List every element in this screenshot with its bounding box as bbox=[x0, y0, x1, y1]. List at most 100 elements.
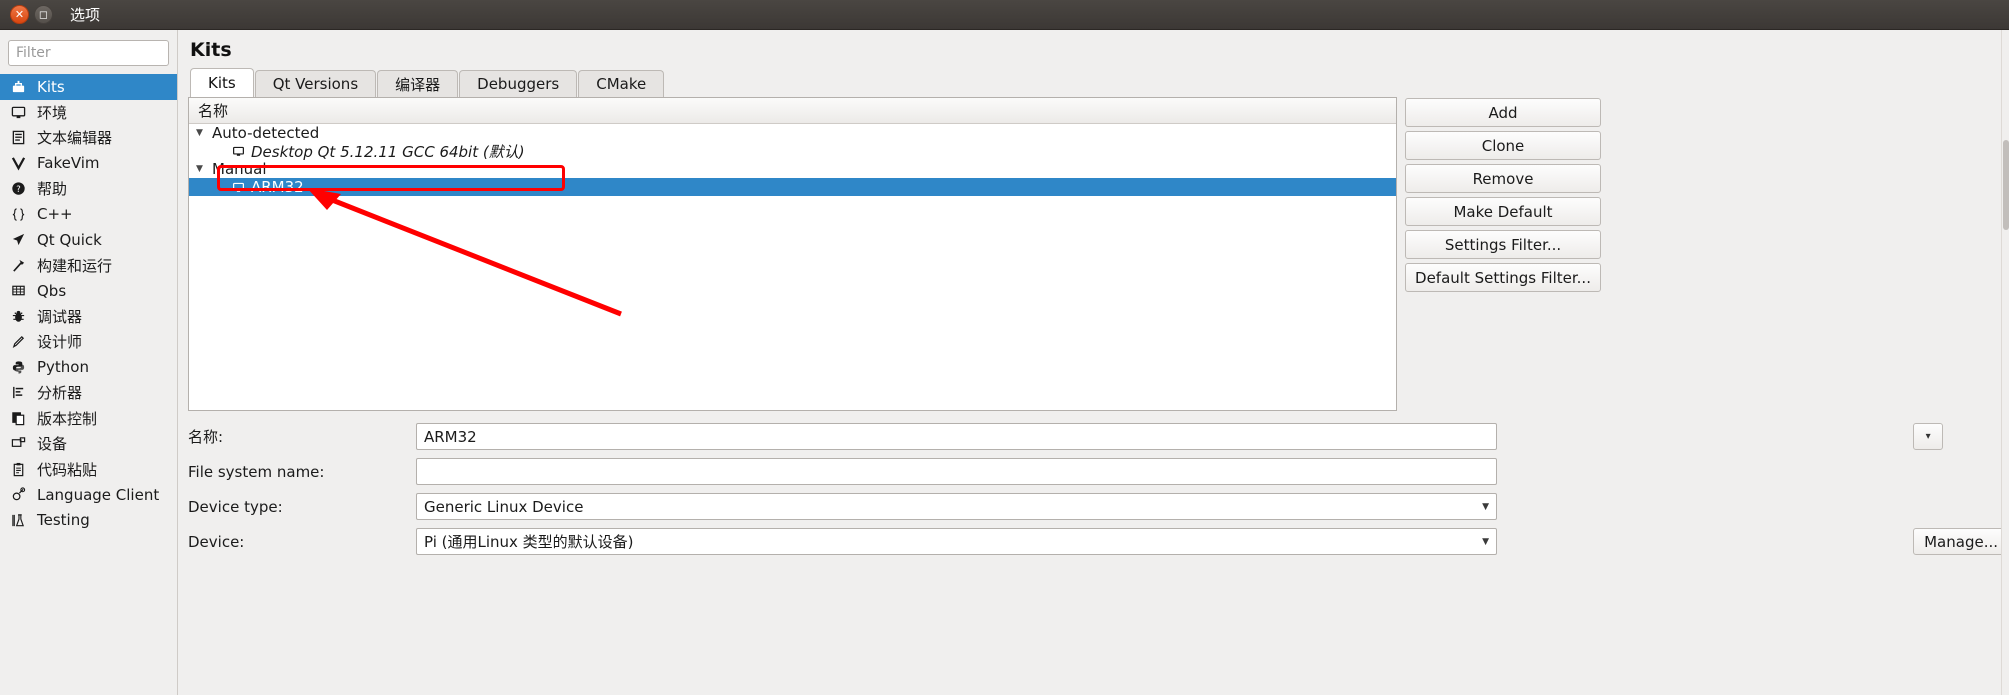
close-icon[interactable]: ✕ bbox=[10, 5, 29, 24]
chevron-down-icon[interactable]: ▼ bbox=[196, 128, 209, 138]
device-select[interactable]: Pi (通用Linux 类型的默认设备) ▼ bbox=[416, 528, 1497, 555]
tree-row-label: ARM32 bbox=[251, 178, 304, 196]
tree-group-row[interactable]: ▼ Manual bbox=[189, 160, 1396, 178]
manage-devices-button[interactable]: Manage... bbox=[1913, 528, 2009, 555]
name-options-button[interactable]: ▾ bbox=[1913, 423, 1944, 450]
tree-column-header-name: 名称 bbox=[189, 98, 1396, 124]
kits-content-area: 名称 ▼ Auto-detected Desktop Qt 5.12.11 GCC … bbox=[188, 97, 2009, 411]
kits-icon bbox=[8, 78, 28, 95]
file-system-name-field[interactable] bbox=[416, 458, 1497, 485]
sidebar-nav-list: Kits 环境 文本编辑器 FakeVim? 帮助 C++ Qt Quick 构建和运行 Qbs… bbox=[0, 74, 177, 695]
chevron-down-icon: ▼ bbox=[1482, 501, 1489, 512]
default-settings-filter-button[interactable]: Default Settings Filter... bbox=[1405, 263, 1601, 292]
sidebar-item-label: Qt Quick bbox=[37, 230, 102, 249]
kits-action-buttons: Add Clone Remove Make Default Settings Filte… bbox=[1397, 97, 1601, 411]
tab-cmake[interactable]: CMake bbox=[578, 70, 665, 97]
sidebar-item-fakevim[interactable]: FakeVim bbox=[0, 151, 177, 177]
tree-device-icon bbox=[230, 181, 246, 194]
sidebar-item-qt-quick[interactable]: Qt Quick bbox=[0, 227, 177, 253]
tree-group-row[interactable]: ▼ Auto-detected bbox=[189, 124, 1396, 142]
svg-text:?: ? bbox=[16, 184, 20, 194]
sidebar-item-[interactable]: ? 帮助 bbox=[0, 176, 177, 202]
sidebar-item-label: 调试器 bbox=[37, 307, 83, 326]
python-icon bbox=[8, 359, 28, 376]
name-field[interactable]: ARM32 bbox=[416, 423, 1497, 450]
sidebar-item-label: 环境 bbox=[37, 103, 68, 122]
vertical-scrollbar[interactable] bbox=[2001, 30, 2009, 695]
clone-button[interactable]: Clone bbox=[1405, 131, 1601, 160]
remove-button[interactable]: Remove bbox=[1405, 164, 1601, 193]
label-device: Device: bbox=[188, 532, 245, 551]
tree-row-label: Desktop Qt 5.12.11 GCC 64bit (默认) bbox=[251, 142, 525, 161]
label-file-system-name: File system name: bbox=[188, 462, 325, 481]
maximize-icon[interactable]: ◻ bbox=[34, 5, 53, 24]
sidebar-item-[interactable]: 文本编辑器 bbox=[0, 125, 177, 151]
sidebar-item-testing[interactable]: Testing bbox=[0, 508, 177, 534]
sidebar-item-[interactable]: 环境 bbox=[0, 100, 177, 126]
name-extra-wrap: ▾ bbox=[1905, 423, 2009, 450]
device-value: Pi (通用Linux 类型的默认设备) bbox=[424, 533, 634, 551]
clipboard-icon bbox=[8, 461, 28, 478]
tab-debuggers[interactable]: Debuggers bbox=[459, 70, 578, 97]
page-title: Kits bbox=[190, 39, 232, 61]
sidebar-item-[interactable]: 构建和运行 bbox=[0, 253, 177, 279]
tree-row[interactable]: ARM32 bbox=[189, 178, 1396, 196]
filter-row bbox=[0, 40, 177, 72]
sidebar-item-[interactable]: 调试器 bbox=[0, 304, 177, 330]
kits-tree-body[interactable]: ▼ Auto-detected Desktop Qt 5.12.11 GCC 64b… bbox=[189, 124, 1396, 410]
sidebar-item-c[interactable]: C++ bbox=[0, 202, 177, 228]
options-sidebar: Kits 环境文本编辑器 FakeVim? 帮助 C++ Qt Quick 构建和运行 Qbs… bbox=[0, 30, 178, 695]
scrollbar-thumb[interactable] bbox=[2003, 140, 2009, 230]
device-icon bbox=[8, 435, 28, 452]
sidebar-item-python[interactable]: Python bbox=[0, 355, 177, 381]
make-default-button[interactable]: Make Default bbox=[1405, 197, 1601, 226]
device-type-select[interactable]: Generic Linux Device ▼ bbox=[416, 493, 1497, 520]
tab-kits[interactable]: Kits bbox=[190, 68, 254, 97]
kit-detail-form: 名称: ARM32 ▾ File system name: Device typ… bbox=[188, 423, 2009, 555]
tree-group-label: Manual bbox=[212, 160, 267, 178]
device-manage-wrap: Manage... bbox=[1905, 528, 2009, 555]
chevron-down-icon: ▼ bbox=[1482, 536, 1489, 547]
analyzer-icon bbox=[8, 384, 28, 401]
sidebar-item-language-client[interactable]: Language Client bbox=[0, 482, 177, 508]
tab-qt-versions[interactable]: Qt Versions bbox=[254, 70, 377, 97]
dialog-body: Kits 环境文本编辑器 FakeVim? 帮助 C++ Qt Quick 构建和运行 Qbs… bbox=[0, 30, 2009, 695]
label-device-type: Device type: bbox=[188, 497, 283, 516]
sidebar-item-qbs[interactable]: Qbs bbox=[0, 278, 177, 304]
sidebar-item-label: Language Client bbox=[37, 485, 160, 504]
tab-bar: Kits Qt Versions 编译器 Debuggers CMake bbox=[188, 68, 2009, 97]
sidebar-item-label: 构建和运行 bbox=[37, 256, 113, 275]
kits-tree-panel: 名称 ▼ Auto-detected Desktop Qt 5.12.11 GCC … bbox=[188, 97, 1397, 411]
search-input[interactable] bbox=[8, 40, 169, 66]
tab-[interactable]: 编译器 bbox=[377, 70, 459, 97]
text-editor-icon bbox=[8, 129, 28, 146]
help-icon: ? bbox=[8, 180, 28, 197]
bug-icon bbox=[8, 308, 28, 325]
version-control-icon bbox=[8, 410, 28, 427]
pencil-icon bbox=[8, 333, 28, 350]
sidebar-item-[interactable]: 设计师 bbox=[0, 329, 177, 355]
sidebar-item-[interactable]: 设备 bbox=[0, 431, 177, 457]
grid-icon bbox=[8, 282, 28, 299]
sidebar-item-label: Testing bbox=[37, 511, 90, 530]
chevron-down-icon[interactable]: ▼ bbox=[196, 164, 209, 174]
label-name: 名称: bbox=[188, 428, 224, 446]
monitor-icon bbox=[8, 104, 28, 121]
sidebar-item-label: 帮助 bbox=[37, 180, 68, 199]
device-type-value: Generic Linux Device bbox=[424, 497, 584, 516]
sidebar-item-label: C++ bbox=[37, 205, 73, 224]
hammer-icon bbox=[8, 257, 28, 274]
sidebar-item-[interactable]: 代码粘贴 bbox=[0, 457, 177, 483]
sidebar-item-[interactable]: 分析器 bbox=[0, 380, 177, 406]
tree-row[interactable]: Desktop Qt 5.12.11 GCC 64bit (默认) bbox=[189, 142, 1396, 161]
qtquick-icon bbox=[8, 231, 28, 248]
window-titlebar: ✕ ◻ 选项 bbox=[0, 0, 2009, 30]
sidebar-item-label: FakeVim bbox=[37, 154, 100, 173]
sidebar-item-label: 设备 bbox=[37, 435, 68, 454]
settings-filter-button[interactable]: Settings Filter... bbox=[1405, 230, 1601, 259]
sidebar-item-kits[interactable]: Kits bbox=[0, 74, 177, 100]
sidebar-item-[interactable]: 版本控制 bbox=[0, 406, 177, 432]
braces-icon bbox=[8, 206, 28, 223]
language-client-icon bbox=[8, 486, 28, 503]
add-button[interactable]: Add bbox=[1405, 98, 1601, 127]
